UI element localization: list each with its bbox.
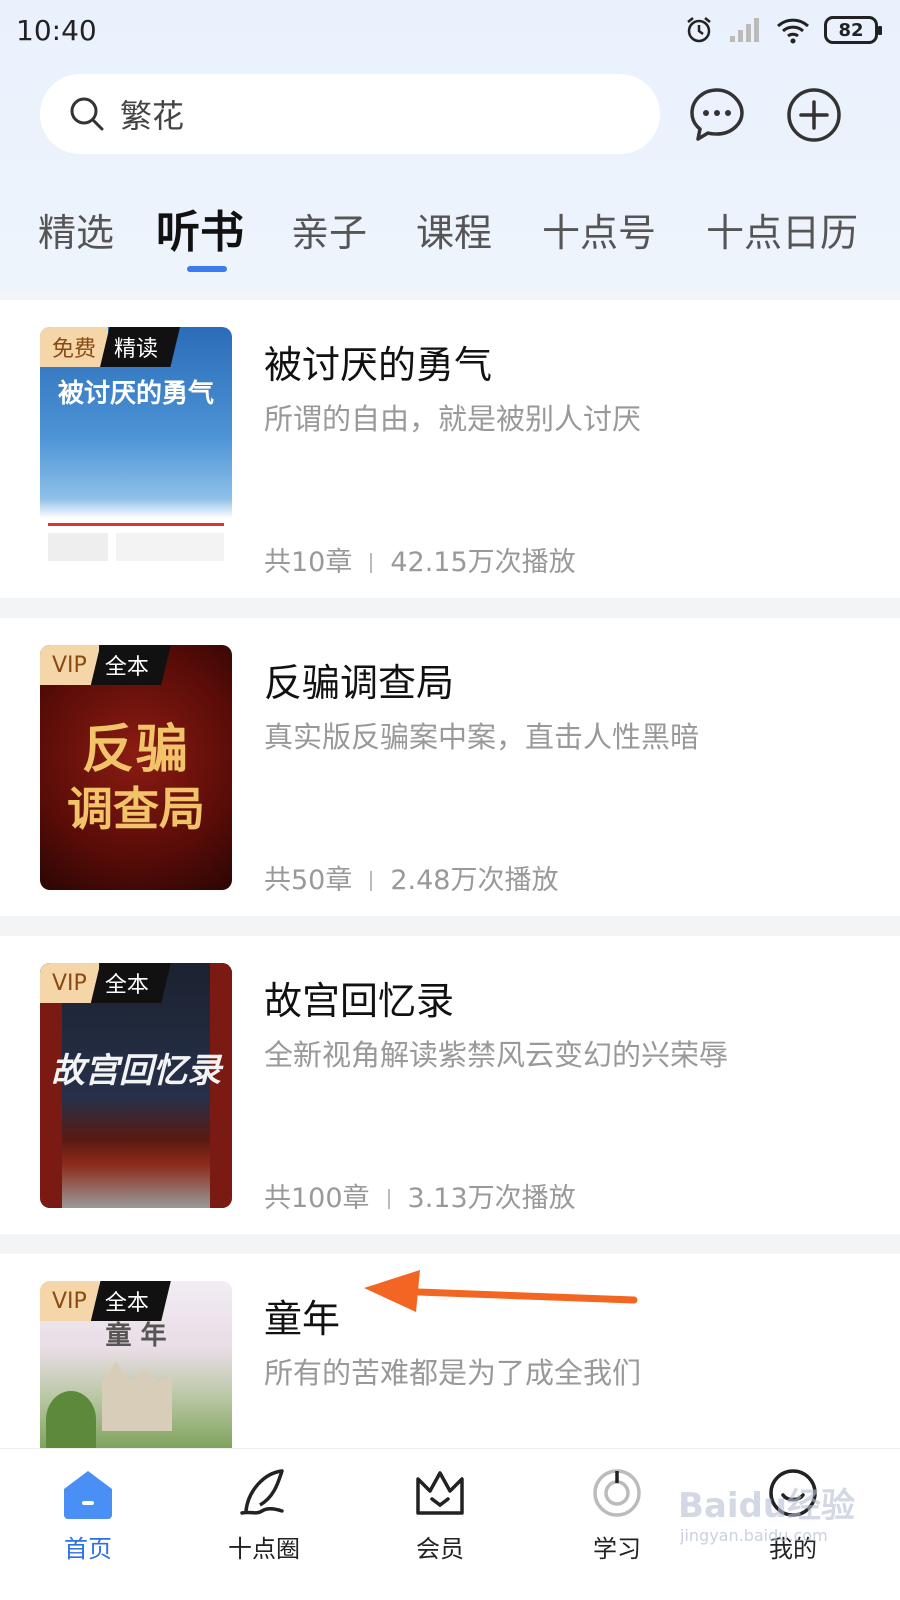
- book-badge: VIP 全本: [40, 963, 171, 1003]
- status-bar: 10:40 82: [0, 0, 900, 60]
- nav-label: 会员: [416, 1535, 464, 1563]
- book-description: 全新视角解读紫禁风云变幻的兴荣辱: [264, 1038, 729, 1072]
- tab-featured[interactable]: 精选: [38, 202, 114, 257]
- play-count: 3.13万次播放: [407, 1183, 576, 1214]
- alarm-icon: [687, 17, 711, 43]
- cover-title: 被讨厌的勇气: [57, 379, 214, 409]
- play-count: 42.15万次播放: [390, 547, 576, 578]
- category-tabs: 精选 听书 亲子 课程 十点号 十点日历: [0, 196, 900, 276]
- vip-badge: VIP: [40, 963, 99, 1003]
- search-input[interactable]: 繁花: [120, 91, 184, 137]
- vip-badge: VIP: [40, 645, 99, 685]
- book-cover: 故宫回忆录 VIP 全本: [40, 963, 232, 1208]
- cover-title: 故宫回忆录: [51, 1051, 221, 1091]
- book-stats: 共50章 2.48万次播放: [264, 858, 558, 897]
- type-badge: 全本: [90, 1281, 171, 1321]
- search-icon: [70, 97, 104, 131]
- book-cover: 反骗 调查局 VIP 全本: [40, 645, 232, 890]
- tab-audiobooks[interactable]: 听书: [156, 196, 244, 260]
- vip-badge: VIP: [40, 1281, 99, 1321]
- chapter-count: 共50章: [264, 865, 353, 896]
- book-card[interactable]: 被讨厌的勇气 免费 精读 被讨厌的勇气 所谓的自由，就是被别人讨厌 共10章 42…: [0, 300, 900, 598]
- signal-icon: [730, 18, 759, 42]
- study-icon: [593, 1469, 641, 1517]
- nav-label: 学习: [593, 1535, 641, 1563]
- feather-icon: [240, 1469, 284, 1515]
- tab-shidianhao[interactable]: 十点号: [542, 202, 656, 257]
- book-cover: 被讨厌的勇气 免费 精读: [40, 327, 232, 572]
- book-card[interactable]: 故宫回忆录 VIP 全本 故宫回忆录 全新视角解读紫禁风云变幻的兴荣辱 共100…: [0, 936, 900, 1234]
- book-badge: 免费 精读: [40, 327, 181, 367]
- tab-courses[interactable]: 课程: [416, 202, 492, 257]
- type-badge: 全本: [90, 645, 171, 685]
- book-description: 所谓的自由，就是被别人讨厌: [264, 402, 642, 436]
- cover-title-line1: 反骗: [81, 719, 190, 780]
- message-icon[interactable]: [688, 86, 746, 144]
- arrow-annotation: [364, 1270, 638, 1312]
- nav-circle[interactable]: 十点圈: [204, 1463, 324, 1564]
- book-description: 所有的苦难都是为了成全我们: [264, 1356, 642, 1390]
- battery-level: 82: [838, 19, 864, 41]
- watermark-url: jingyan.baidu.com: [680, 1526, 828, 1545]
- book-card[interactable]: 反骗 调查局 VIP 全本 反骗调查局 真实版反骗案中案，直击人性黑暗 共50章…: [0, 618, 900, 916]
- nav-home[interactable]: 首页: [28, 1463, 148, 1564]
- book-stats: 共10章 42.15万次播放: [264, 540, 576, 579]
- nav-study[interactable]: 学习: [557, 1463, 677, 1564]
- book-description: 真实版反骗案中案，直击人性黑暗: [264, 720, 700, 754]
- book-title: 童年: [264, 1297, 341, 1341]
- book-title: 被讨厌的勇气: [264, 343, 493, 387]
- add-icon[interactable]: [785, 86, 843, 144]
- active-tab-indicator: [187, 266, 227, 272]
- battery-indicator: 82: [824, 16, 882, 44]
- book-stats: 共100章 3.13万次播放: [264, 1176, 576, 1215]
- book-cover: 童 年 VIP 全本: [40, 1281, 232, 1448]
- chapter-count: 共100章: [264, 1183, 370, 1214]
- book-title: 故宫回忆录: [264, 979, 455, 1023]
- book-badge: VIP 全本: [40, 645, 171, 685]
- tab-parenting[interactable]: 亲子: [291, 202, 367, 257]
- status-time: 10:40: [16, 14, 97, 47]
- header: 10:40 82 繁花 精选 听书 亲子 课程 十点号 十点日历: [0, 0, 900, 292]
- nav-member[interactable]: 会员: [380, 1463, 500, 1564]
- wifi-icon: [776, 18, 810, 44]
- play-count: 2.48万次播放: [390, 865, 559, 896]
- nav-label: 首页: [64, 1535, 112, 1563]
- book-badge: VIP 全本: [40, 1281, 171, 1321]
- chapter-count: 共10章: [264, 547, 353, 578]
- nav-label: 十点圈: [228, 1535, 300, 1563]
- cover-title-line2: 调查局: [67, 782, 205, 836]
- tab-calendar[interactable]: 十点日历: [706, 202, 858, 257]
- crown-icon: [416, 1471, 464, 1515]
- home-icon: [64, 1471, 112, 1519]
- type-badge: 全本: [90, 963, 171, 1003]
- type-badge: 精读: [100, 327, 181, 367]
- search-bar[interactable]: 繁花: [40, 74, 660, 154]
- book-title: 反骗调查局: [264, 661, 455, 705]
- watermark-logo: Baidu经验: [678, 1486, 856, 1526]
- free-badge: 免费: [40, 327, 109, 367]
